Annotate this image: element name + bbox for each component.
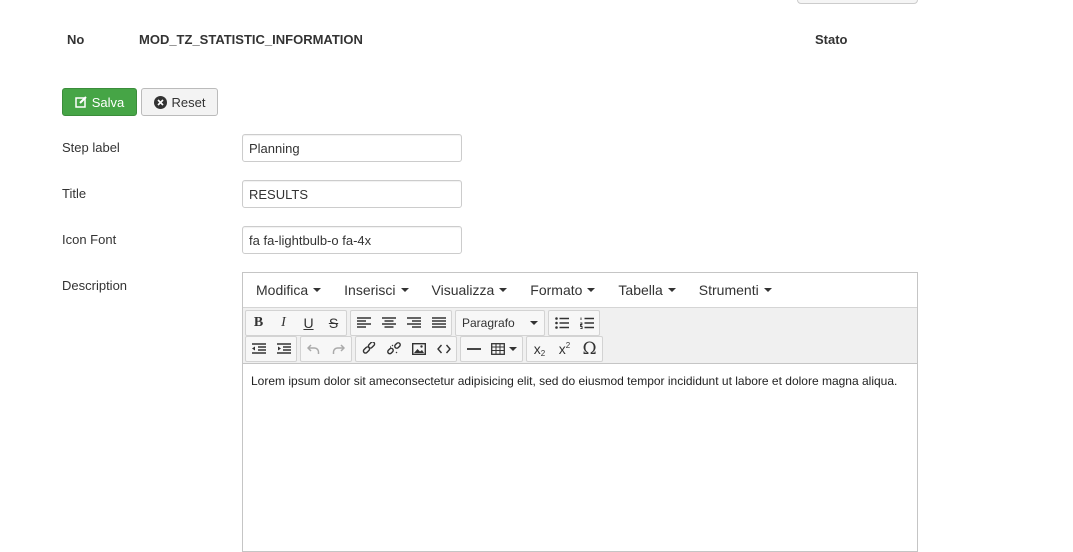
reset-button[interactable]: Reset [141, 88, 218, 116]
caret-down-icon [499, 288, 508, 292]
format-select[interactable]: Paragrafo [455, 310, 545, 336]
menu-label: Modifica [256, 282, 309, 298]
list-group [548, 310, 600, 336]
link-icon[interactable] [356, 337, 381, 361]
icon-font-label: Icon Font [62, 232, 117, 247]
insert-group [355, 336, 457, 362]
align-left-icon[interactable] [351, 311, 376, 335]
table-icon [491, 343, 505, 355]
title-label: Title [62, 186, 87, 201]
align-right-icon[interactable] [401, 311, 426, 335]
menu-label: Strumenti [698, 282, 759, 298]
caret-down-icon [530, 321, 538, 325]
align-center-icon[interactable] [376, 311, 401, 335]
bullet-list-icon[interactable] [549, 311, 574, 335]
title-input[interactable] [242, 180, 462, 208]
menu-label: Tabella [618, 282, 663, 298]
subscript-icon[interactable]: x2 [527, 337, 552, 361]
table-dropdown[interactable] [486, 337, 522, 361]
menu-inserisci[interactable]: Inserisci [337, 282, 415, 298]
caret-down-icon [509, 347, 517, 351]
table-group [460, 336, 523, 362]
menu-strumenti[interactable]: Strumenti [692, 282, 779, 298]
reset-button-label: Reset [171, 94, 206, 110]
redo-icon[interactable] [326, 337, 351, 361]
edit-icon [74, 96, 87, 108]
bold-icon[interactable]: B [246, 311, 271, 335]
menu-label: Inserisci [344, 282, 396, 298]
save-button-label: Salva [91, 94, 125, 110]
outdent-icon[interactable] [246, 337, 271, 361]
align-justify-icon[interactable] [426, 311, 451, 335]
unlink-icon[interactable] [381, 337, 406, 361]
caret-down-icon [763, 288, 772, 292]
special-character-icon[interactable]: Ω [577, 337, 602, 361]
menu-label: Formato [530, 282, 583, 298]
horizontal-rule-icon[interactable] [461, 337, 486, 361]
script-group: x2 x2 Ω [526, 336, 603, 362]
italic-icon[interactable]: I [271, 311, 296, 335]
menu-label: Visualizza [431, 282, 495, 298]
menu-tabella[interactable]: Tabella [611, 282, 682, 298]
icon-font-input[interactable] [242, 226, 462, 254]
menu-formato[interactable]: Formato [523, 282, 602, 298]
strikethrough-icon[interactable]: S [321, 311, 346, 335]
column-header-information: MOD_TZ_STATISTIC_INFORMATION [139, 32, 363, 47]
editor-toolbar: B I U S Paragrafo x 2 x 2 Ω [243, 308, 917, 364]
code-icon[interactable] [431, 337, 456, 361]
rich-text-editor: Modifica Inserisci Visualizza Formato Ta… [242, 272, 918, 552]
column-header-no: No [67, 32, 85, 47]
indent-group [245, 336, 297, 362]
format-select-box: Paragrafo [456, 311, 544, 335]
text-style-group: B I U S [245, 310, 347, 336]
indent-icon[interactable] [271, 337, 296, 361]
caret-down-icon [400, 288, 409, 292]
editor-menubar: Modifica Inserisci Visualizza Formato Ta… [243, 273, 917, 308]
step-label-label: Step label [62, 140, 120, 155]
caret-down-icon [587, 288, 596, 292]
top-button-stub[interactable] [797, 0, 918, 4]
underline-icon[interactable]: U [296, 311, 321, 335]
caret-down-icon [313, 288, 322, 292]
undo-icon[interactable] [301, 337, 326, 361]
numbered-list-icon[interactable] [574, 311, 599, 335]
step-label-input[interactable] [242, 134, 462, 162]
format-select-value: Paragrafo [462, 316, 515, 330]
history-group [300, 336, 352, 362]
editor-content[interactable]: Lorem ipsum dolor sit ameconsectetur adi… [243, 364, 917, 398]
close-circle-icon [153, 95, 167, 109]
caret-down-icon [667, 288, 676, 292]
menu-visualizza[interactable]: Visualizza [425, 282, 515, 298]
image-icon[interactable] [406, 337, 431, 361]
description-label: Description [62, 278, 128, 293]
alignment-group [350, 310, 452, 336]
superscript-icon[interactable]: x2 [552, 337, 577, 361]
save-button[interactable]: Salva [62, 88, 137, 116]
menu-modifica[interactable]: Modifica [249, 282, 328, 298]
column-header-status: Stato [815, 32, 848, 47]
